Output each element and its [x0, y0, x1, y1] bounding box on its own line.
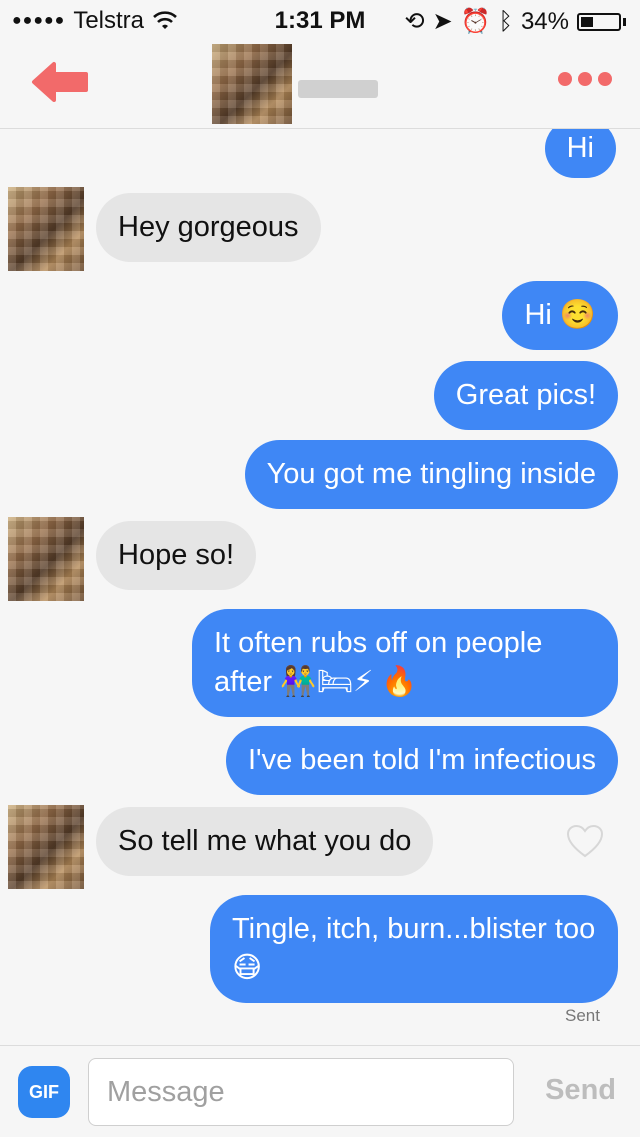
message-bubble-sent[interactable]: Great pics!	[433, 361, 618, 430]
heart-icon[interactable]	[566, 825, 604, 859]
battery-icon	[577, 12, 621, 31]
message-bubble-received[interactable]: Hey gorgeous	[96, 193, 321, 262]
message-list: Hi Hey gorgeous Hi ☺️ Great pics! You go…	[0, 129, 640, 1045]
chat-header	[0, 40, 640, 129]
sender-avatar[interactable]	[8, 187, 84, 271]
message-composer: GIF Send	[0, 1045, 640, 1137]
status-icons: ⟲ ➤ ⏰ ᛒ 34%	[404, 7, 626, 36]
more-dots-icon[interactable]	[558, 72, 612, 86]
location-icon: ➤	[432, 8, 453, 35]
sent-status: Sent	[565, 1006, 600, 1025]
message-bubble-sent[interactable]: Hi ☺️	[502, 281, 618, 350]
message-bubble-received[interactable]: Hope so!	[96, 521, 257, 590]
alarm-icon: ⏰	[460, 8, 491, 35]
status-bar: ●●●●● Telstra 1:31 PM ⟲ ➤ ⏰ ᛒ 34%	[0, 0, 640, 40]
message-bubble-sent[interactable]: Tingle, itch, burn...blister too 😷	[210, 895, 618, 1003]
contact-avatar[interactable]	[212, 44, 292, 124]
battery-fill	[581, 16, 593, 27]
send-button[interactable]: Send	[545, 1074, 616, 1107]
battery-tip	[623, 17, 626, 26]
bluetooth-icon: ᛒ	[498, 7, 513, 35]
battery-percent: 34%	[520, 7, 569, 35]
contact-name[interactable]	[298, 80, 378, 98]
message-input[interactable]	[88, 1058, 514, 1126]
message-bubble-sent[interactable]: Hi	[544, 129, 616, 178]
message-bubble-received[interactable]: So tell me what you do	[96, 807, 434, 876]
message-bubble-sent[interactable]: You got me tingling inside	[244, 440, 618, 509]
rotation-lock-icon: ⟲	[404, 8, 425, 35]
message-bubble-sent[interactable]: It often rubs off on people after 👫🛏⚡ 🔥	[192, 609, 618, 717]
message-bubble-sent[interactable]: I've been told I'm infectious	[226, 726, 618, 795]
gif-button[interactable]: GIF	[18, 1066, 70, 1118]
sender-avatar[interactable]	[8, 805, 84, 889]
sender-avatar[interactable]	[8, 517, 84, 601]
back-arrow-icon[interactable]	[30, 60, 90, 104]
